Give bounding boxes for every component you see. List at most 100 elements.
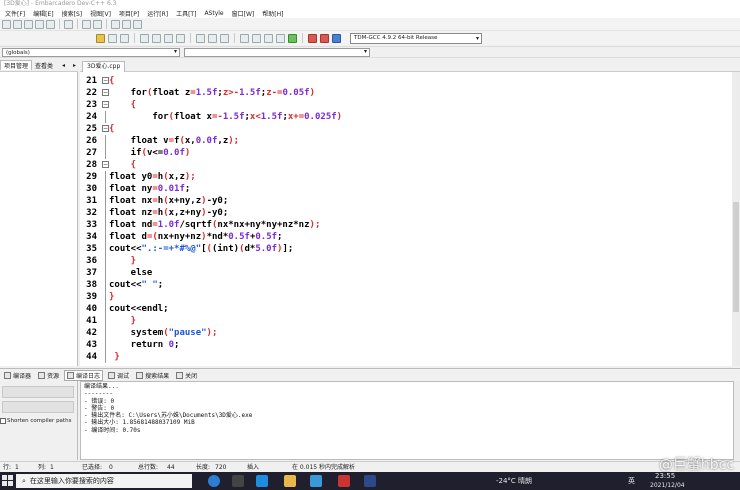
- menu-item[interactable]: 搜索[S]: [58, 9, 87, 18]
- code-line[interactable]: 25−{: [80, 123, 732, 135]
- shorten-paths-checkbox[interactable]: Shorten compiler paths: [0, 418, 71, 424]
- code-line[interactable]: 35 cout<<".:-=+*#%@"[((int)(d*5.0f)];: [80, 243, 732, 255]
- abort-compile-button[interactable]: [2, 386, 74, 398]
- add-to-project-icon[interactable]: [164, 33, 173, 43]
- code-line[interactable]: 31 float nx=h(x+ny,z)-y0;: [80, 195, 732, 207]
- debug-icon[interactable]: [320, 33, 329, 43]
- code-line[interactable]: 40 cout<<endl;: [80, 303, 732, 315]
- compiler-select[interactable]: TDM-GCC 4.9.2 64-bit Release ▾: [350, 32, 482, 44]
- scope-class-select[interactable]: (globals) ▾: [2, 48, 180, 57]
- code-line[interactable]: 27 if(v<=0.0f): [80, 147, 732, 159]
- code-line[interactable]: 32 float nz=h(x,z+ny)-y0;: [80, 207, 732, 219]
- clock-date[interactable]: 2021/12/04: [650, 481, 685, 490]
- tab-class-browser[interactable]: 查看类: [32, 61, 56, 70]
- run-icon[interactable]: [252, 33, 261, 43]
- tab-3d-heart-cpp[interactable]: 3D爱心.cpp: [82, 61, 126, 72]
- code-line[interactable]: 36 }: [80, 255, 732, 267]
- profile-icon[interactable]: [332, 33, 341, 43]
- bottom-tab-search-results[interactable]: 搜索结果: [134, 371, 171, 380]
- code-line[interactable]: 39}: [80, 291, 732, 303]
- bottom-tab-compile-log[interactable]: 编译日志: [64, 369, 104, 381]
- log-vertical-scrollbar[interactable]: [734, 381, 740, 460]
- app-icon[interactable]: [338, 475, 350, 487]
- menu-item[interactable]: 视图[V]: [86, 9, 115, 18]
- input-language[interactable]: 英: [628, 472, 635, 490]
- code-line[interactable]: 38 cout<<" ";: [80, 279, 732, 291]
- rebuild-icon[interactable]: [276, 33, 285, 43]
- menu-item[interactable]: 运行[R]: [143, 9, 172, 18]
- next-icon[interactable]: [208, 33, 217, 43]
- edge-icon[interactable]: [208, 475, 220, 487]
- previous-icon[interactable]: [196, 33, 205, 43]
- stop-icon[interactable]: [308, 33, 317, 43]
- replace-icon[interactable]: [122, 19, 131, 29]
- code-line[interactable]: 21−{: [80, 75, 732, 87]
- fold-toggle-icon[interactable]: −: [102, 89, 109, 96]
- code-line[interactable]: 29 float y0=h(x,z);: [80, 171, 732, 183]
- project-tree-panel[interactable]: [0, 72, 78, 366]
- fold-toggle-icon[interactable]: −: [102, 161, 109, 168]
- menu-item[interactable]: 窗口[W]: [228, 9, 259, 18]
- code-line[interactable]: 43 return 0;: [80, 339, 732, 351]
- folder-icon[interactable]: [284, 475, 296, 487]
- code-line[interactable]: 23− {: [80, 99, 732, 111]
- menu-item[interactable]: 文件[F]: [1, 9, 29, 18]
- find-icon[interactable]: [111, 19, 120, 29]
- bottom-tab-close[interactable]: 关闭: [174, 371, 199, 380]
- editor-vertical-scrollbar[interactable]: [732, 72, 740, 366]
- undo-icon[interactable]: [82, 19, 91, 29]
- menu-item[interactable]: 帮助[H]: [258, 9, 287, 18]
- windows-start-icon[interactable]: [2, 475, 13, 486]
- project-options-icon[interactable]: [152, 33, 161, 43]
- file-explorer-icon[interactable]: [256, 475, 268, 487]
- scrollbar-thumb[interactable]: [733, 202, 739, 312]
- new-file-icon[interactable]: [2, 19, 11, 29]
- task-view-icon[interactable]: [232, 475, 244, 487]
- code-line[interactable]: 41 }: [80, 315, 732, 327]
- code-line[interactable]: 44 }: [80, 351, 732, 363]
- bottom-tab-debug[interactable]: 调试: [106, 371, 131, 380]
- open-log-button[interactable]: [2, 401, 74, 413]
- code-line[interactable]: 34 float d=(nx+ny+nz)*nd*0.5f+0.5f;: [80, 231, 732, 243]
- syntax-check-icon[interactable]: [288, 33, 297, 43]
- compile-log[interactable]: 编译结果... -------- - 错误: 0- 警告: 0- 输出文件名: C:…: [80, 381, 734, 460]
- menu-item[interactable]: 项目[P]: [115, 9, 143, 18]
- checkbox-box[interactable]: [0, 418, 6, 424]
- new-project-icon[interactable]: [140, 33, 149, 43]
- code-line[interactable]: 28− {: [80, 159, 732, 171]
- fold-toggle-icon[interactable]: −: [102, 101, 109, 108]
- print-icon[interactable]: [64, 19, 73, 29]
- indent-icon[interactable]: [108, 33, 117, 43]
- scope-function-select[interactable]: ▾: [184, 48, 370, 57]
- code-line[interactable]: 42 system("pause");: [80, 327, 732, 339]
- menu-item[interactable]: 编辑[E]: [29, 9, 57, 18]
- code-line[interactable]: 24 for(float x=-1.5f;x<1.5f;x+=0.025f): [80, 111, 732, 123]
- compile-run-icon[interactable]: [264, 33, 273, 43]
- code-editor[interactable]: 21−{22− for(float z=1.5f;z>-1.5f;z-=0.05…: [80, 72, 732, 366]
- bottom-tab-compiler[interactable]: 编译器: [2, 371, 33, 380]
- close-file-icon[interactable]: [46, 19, 55, 29]
- tab-project-manager[interactable]: 项目管理: [0, 60, 33, 70]
- store-icon[interactable]: [310, 475, 322, 487]
- code-line[interactable]: 37 else: [80, 267, 732, 279]
- menu-item[interactable]: AStyle: [200, 10, 227, 17]
- fold-toggle-icon[interactable]: −: [102, 125, 109, 132]
- code-line[interactable]: 22− for(float z=1.5f;z>-1.5f;z-=0.05f): [80, 87, 732, 99]
- redo-icon[interactable]: [93, 19, 102, 29]
- code-line[interactable]: 30 float ny=0.01f;: [80, 183, 732, 195]
- unindent-icon[interactable]: [120, 33, 129, 43]
- save-all-icon[interactable]: [35, 19, 44, 29]
- bottom-tab-resources[interactable]: 资源: [36, 371, 61, 380]
- remove-from-project-icon[interactable]: [176, 33, 185, 43]
- taskbar-search[interactable]: ⌕ 在这里输入你要搜索的内容: [16, 474, 192, 488]
- chevron-left-icon[interactable]: ◂: [60, 62, 67, 69]
- fold-toggle-icon[interactable]: −: [102, 77, 109, 84]
- goto-icon[interactable]: [133, 19, 142, 29]
- devcpp-icon[interactable]: [364, 475, 376, 487]
- key-icon[interactable]: [96, 33, 105, 43]
- weather-text[interactable]: -24°C 晴朗: [496, 472, 532, 490]
- code-line[interactable]: 33 float nd=1.0f/sqrtf(nx*nx+ny*ny+nz*nz)…: [80, 219, 732, 231]
- save-icon[interactable]: [24, 19, 33, 29]
- toggle-bookmark-icon[interactable]: [220, 33, 229, 43]
- compile-icon[interactable]: [240, 33, 249, 43]
